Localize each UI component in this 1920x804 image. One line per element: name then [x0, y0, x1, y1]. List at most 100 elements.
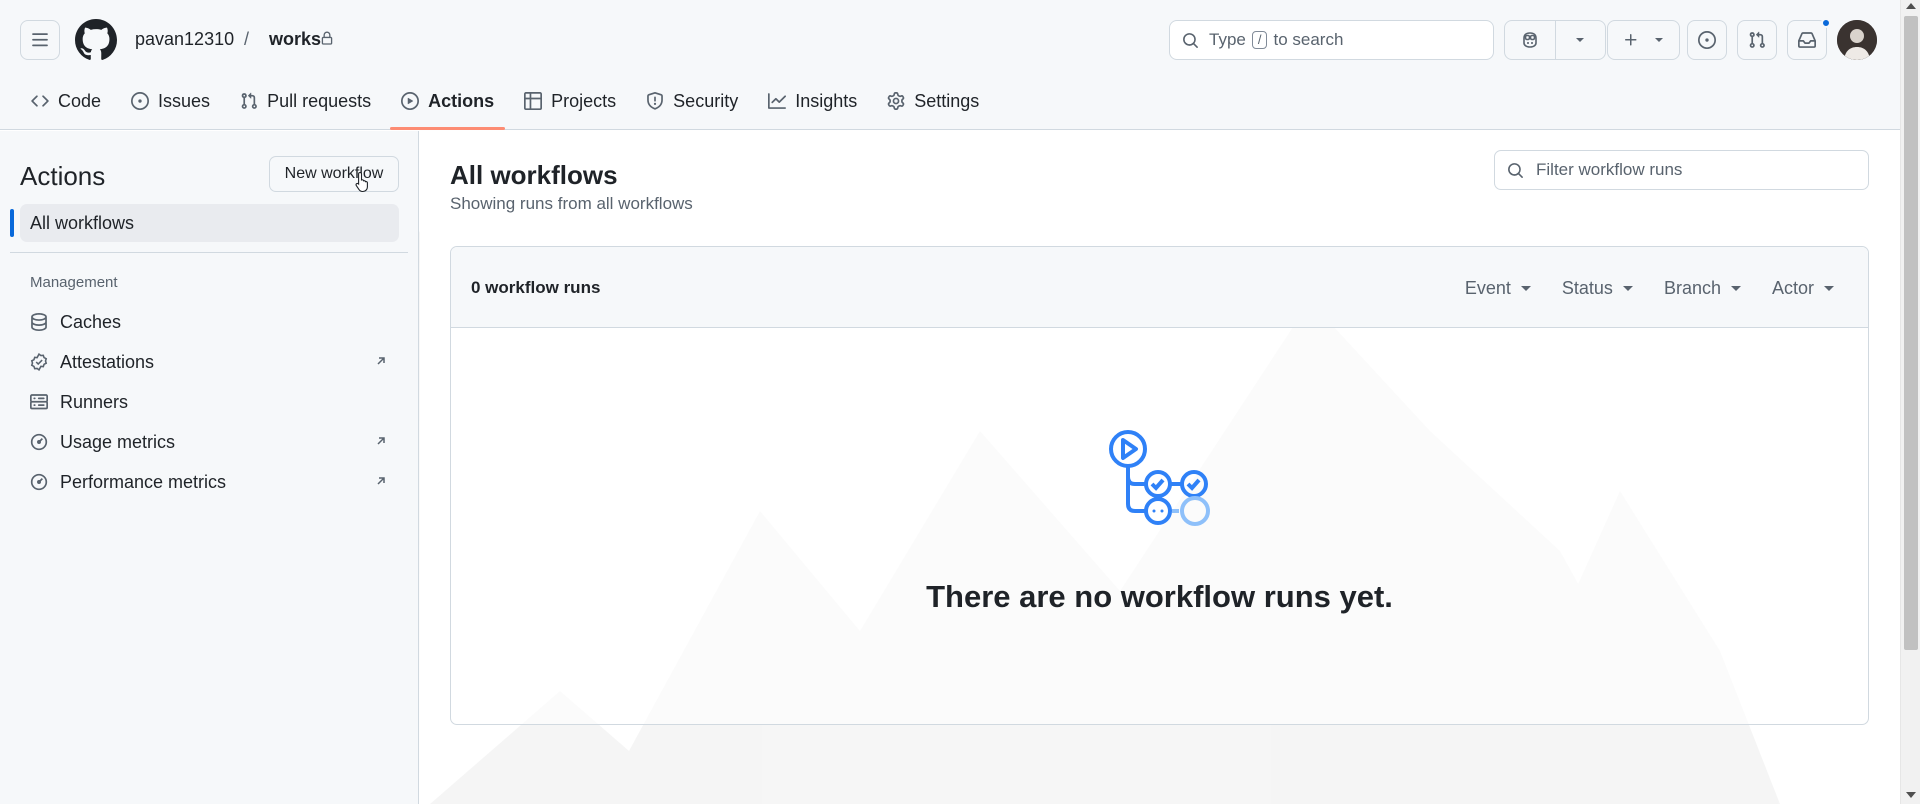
scroll-down-arrow-icon[interactable]	[1906, 792, 1916, 798]
hamburger-button[interactable]	[20, 20, 60, 60]
sidebar-item-all-workflows[interactable]: All workflows	[20, 204, 399, 242]
tab-actions[interactable]: Actions	[386, 80, 509, 130]
tab-projects[interactable]: Projects	[509, 80, 631, 122]
graph-icon	[768, 93, 787, 109]
sidebar-item-usage-metrics[interactable]: Usage metrics	[20, 423, 399, 461]
tab-label: Issues	[158, 90, 211, 111]
sidebar-item-runners[interactable]: Runners	[20, 383, 399, 421]
dropdown-label: Event	[1464, 278, 1511, 298]
table-icon	[524, 92, 543, 110]
workflow-runs-header: 0 workflow runs Event Status Branch Acto…	[451, 247, 1868, 328]
new-workflow-button[interactable]: New workflow	[269, 156, 399, 192]
github-logo-icon[interactable]	[75, 19, 117, 61]
tab-settings[interactable]: Settings	[872, 80, 994, 122]
search-suffix: to search	[1273, 30, 1344, 49]
page-subtitle: Showing runs from all workflows	[450, 194, 693, 213]
search-icon	[1508, 162, 1523, 178]
meter-icon	[30, 433, 48, 451]
filter-placeholder: Filter workflow runs	[1536, 160, 1683, 179]
sidebar-title: Actions	[20, 161, 106, 191]
inbox-icon	[1798, 32, 1816, 48]
tab-label: Actions	[428, 90, 495, 111]
empty-state-message: There are no workflow runs yet.	[926, 579, 1393, 614]
play-icon	[401, 92, 420, 110]
code-icon	[31, 95, 49, 107]
sidebar-item-performance-metrics[interactable]: Performance metrics	[20, 463, 399, 501]
scroll-up-arrow-icon[interactable]	[1906, 3, 1916, 9]
hand-cursor-icon	[355, 171, 368, 193]
external-link-icon	[377, 437, 385, 445]
copilot-button[interactable]	[1505, 21, 1555, 59]
runs-filters: Event Status Branch Actor	[1465, 278, 1834, 299]
verified-icon	[30, 353, 48, 371]
lock-icon	[321, 31, 333, 45]
external-link-icon	[377, 357, 385, 365]
workflow-illustration-icon	[1109, 430, 1210, 526]
event-filter-dropdown[interactable]: Event	[1465, 278, 1531, 299]
sidebar-item-label: Attestations	[60, 351, 155, 372]
actions-sidebar: Actions New workflow All workflows Manag…	[0, 131, 419, 804]
tab-label: Insights	[795, 90, 858, 111]
pull-request-icon	[1749, 31, 1765, 48]
global-search[interactable]: Type / to search	[1169, 20, 1494, 60]
notification-indicator	[1821, 18, 1831, 28]
tab-label: Code	[58, 90, 102, 111]
caret-down-icon	[1730, 286, 1741, 291]
tab-pull-requests[interactable]: Pull requests	[225, 80, 386, 122]
caret-down-icon	[1622, 286, 1633, 291]
create-new-button[interactable]	[1607, 20, 1680, 60]
tab-label: Projects	[551, 90, 617, 111]
hamburger-icon	[32, 33, 48, 47]
search-shortcut-key: /	[1251, 31, 1268, 49]
scrollbar-thumb[interactable]	[1904, 16, 1918, 650]
sidebar-item-label: Usage metrics	[60, 431, 176, 452]
sidebar-item-label: Runners	[60, 391, 129, 412]
breadcrumb-owner[interactable]: pavan12310	[135, 29, 234, 50]
database-icon	[31, 313, 47, 331]
actor-filter-dropdown[interactable]: Actor	[1772, 278, 1834, 299]
page-title: All workflows	[450, 160, 618, 190]
tab-security[interactable]: Security	[631, 80, 753, 122]
pull-request-icon	[241, 92, 257, 109]
filter-workflow-runs-input[interactable]: Filter workflow runs	[1494, 150, 1869, 190]
page-scrollbar[interactable]	[1900, 0, 1920, 804]
tab-label: Settings	[914, 90, 980, 111]
shield-icon	[647, 92, 664, 110]
caret-down-icon	[1824, 286, 1834, 291]
breadcrumb-separator: /	[244, 29, 250, 49]
sidebar-item-caches[interactable]: Caches	[20, 303, 399, 341]
tab-label: Pull requests	[267, 90, 372, 111]
dropdown-label: Actor	[1771, 278, 1814, 298]
tab-code[interactable]: Code	[16, 80, 116, 122]
avatar[interactable]	[1837, 20, 1877, 60]
search-icon	[1183, 32, 1198, 48]
chevron-down-icon	[1654, 38, 1663, 42]
meter-icon	[30, 473, 48, 491]
tab-label: Security	[673, 90, 739, 111]
pull-requests-button[interactable]	[1737, 20, 1777, 60]
tab-insights[interactable]: Insights	[753, 80, 872, 122]
workflow-runs-count: 0 workflow runs	[471, 278, 601, 297]
issues-button[interactable]	[1687, 20, 1727, 60]
branch-filter-dropdown[interactable]: Branch	[1664, 278, 1741, 299]
external-link-icon	[377, 477, 385, 485]
workflow-runs-panel: 0 workflow runs Event Status Branch Acto…	[450, 246, 1869, 725]
issues-icon	[131, 92, 150, 110]
sidebar-item-attestations[interactable]: Attestations	[20, 343, 399, 381]
plus-icon	[1624, 34, 1636, 46]
sidebar-item-label: Performance metrics	[60, 471, 227, 492]
sidebar-section-heading: Management	[30, 274, 118, 291]
sidebar-divider	[10, 252, 408, 253]
copilot-icon	[1522, 32, 1537, 48]
status-filter-dropdown[interactable]: Status	[1562, 278, 1633, 299]
copilot-menu-button[interactable]	[1554, 21, 1606, 59]
sidebar-item-label: Caches	[60, 311, 122, 332]
top-bar: pavan12310 / works Type / to search	[0, 0, 1900, 80]
breadcrumb-repo[interactable]: works	[269, 29, 321, 50]
tab-issues[interactable]: Issues	[116, 80, 225, 122]
sidebar-item-label: All workflows	[30, 212, 135, 233]
search-prefix: Type	[1209, 30, 1246, 49]
server-icon	[30, 394, 48, 410]
repo-header: pavan12310 / works Type / to search Code…	[0, 0, 1900, 130]
copilot-button-group	[1504, 20, 1606, 60]
